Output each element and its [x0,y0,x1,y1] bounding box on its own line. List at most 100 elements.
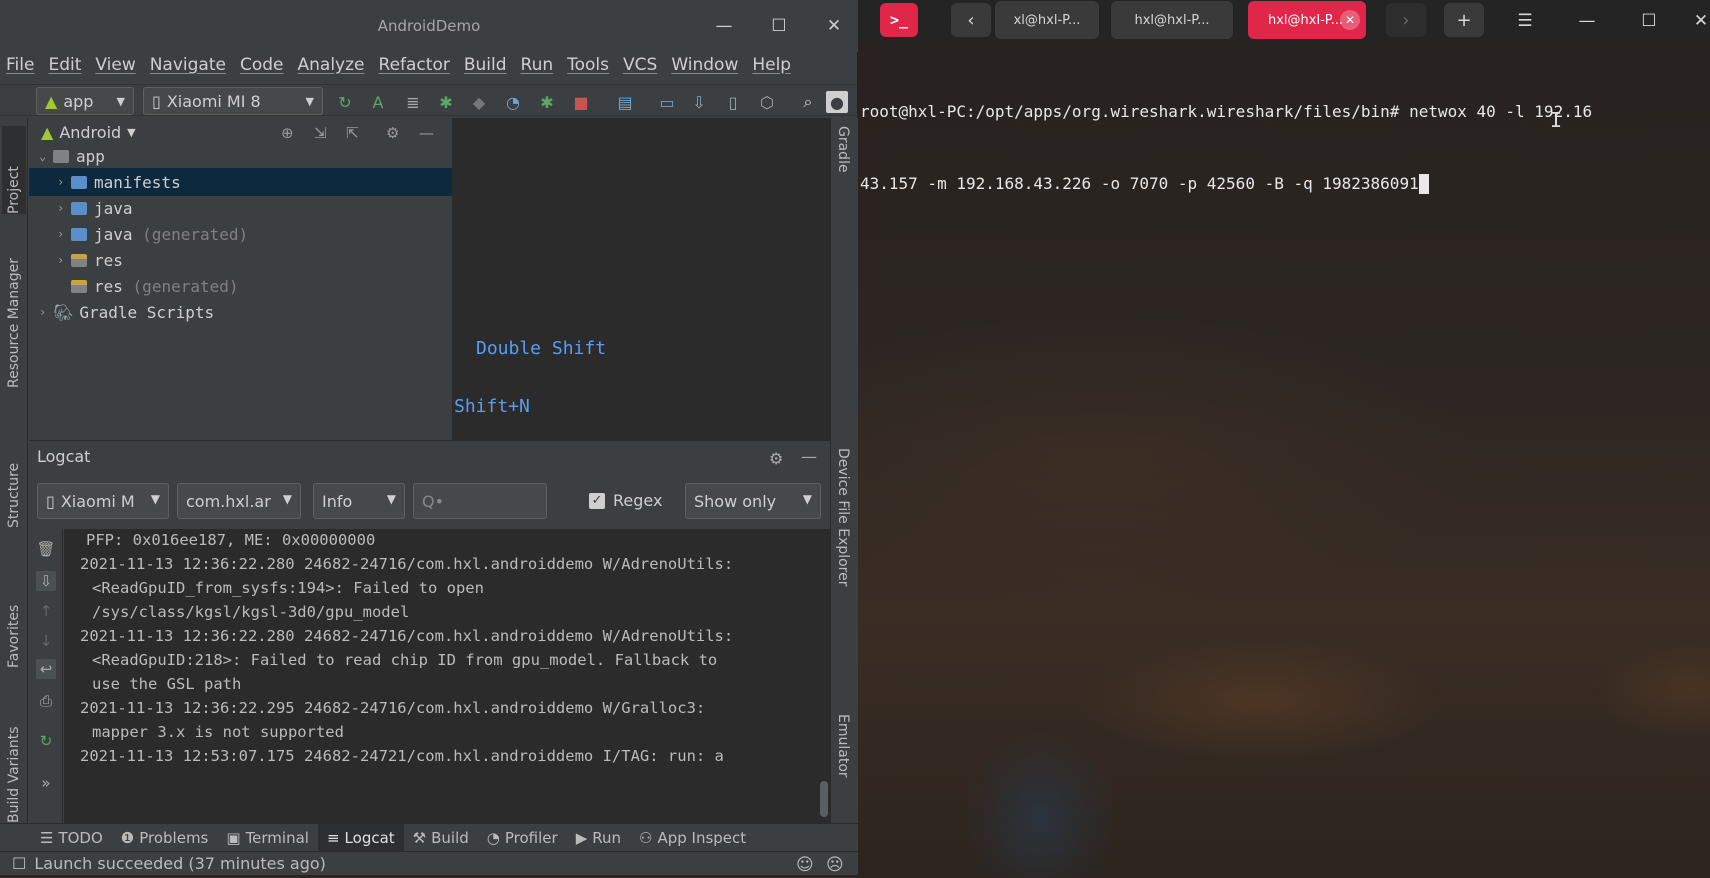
hide-panel-icon[interactable]: — [419,124,434,142]
menu-view[interactable]: View [95,55,135,75]
show-mode-select[interactable]: Show only ▼ [685,483,821,519]
device-select[interactable]: ▯ Xiaomi MI 8 ▼ [143,87,323,115]
inspect-icon: ⚇ [639,828,653,847]
tab-gradle[interactable]: Gradle [835,126,851,173]
tab-terminal[interactable]: ▣ Terminal [217,824,318,851]
new-tab-button[interactable]: + [1444,3,1484,37]
expand-all-icon[interactable]: ⇲ [314,124,327,142]
arrow-down-icon[interactable]: ↓ [36,631,56,651]
chevron-down-icon: ⌄ [39,149,47,163]
menu-file[interactable]: File [6,55,34,75]
minimize-icon[interactable]: — [1572,6,1602,36]
tree-item-res[interactable]: › res [29,246,452,274]
more-icon[interactable]: » [36,773,56,793]
sdk-manager-icon[interactable]: ⇩ [688,91,710,113]
tab-app-inspection[interactable]: ⚇ App Inspect [630,824,755,851]
regex-checkbox[interactable]: ✓ Regex [589,491,662,510]
menu-analyze[interactable]: Analyze [298,55,365,75]
stop-icon[interactable]: ■ [570,91,592,113]
tab-profiler[interactable]: ◔ Profiler [478,824,567,851]
menu-run[interactable]: Run [521,55,554,75]
menu-refactor[interactable]: Refactor [379,55,450,75]
menu-window[interactable]: Window [671,55,738,75]
apply-code-changes-icon[interactable]: A [367,91,389,113]
close-tab-icon[interactable]: ✕ [1340,10,1360,30]
scrollbar-thumb[interactable] [820,781,828,817]
menu-code[interactable]: Code [240,55,284,75]
tab-todo[interactable]: ☰ TODO [0,824,112,851]
tab-build-variants[interactable]: Build Variants [2,713,26,823]
print-icon[interactable]: ⎙ [36,691,56,711]
tree-item-res-generated[interactable]: res (generated) [29,272,452,300]
make-project-icon[interactable]: ≣ [402,91,424,113]
gear-icon[interactable]: ⚙ [769,449,783,468]
log-level-select[interactable]: Info ▼ [313,483,405,519]
tree-item-manifests[interactable]: › manifests [29,168,452,196]
tree-item-java-generated[interactable]: › java (generated) [29,220,452,248]
maximize-icon[interactable]: ☐ [765,12,793,40]
scroll-to-end-icon[interactable]: ⇩ [36,571,56,591]
menu-navigate[interactable]: Navigate [150,55,226,75]
editor-empty-area[interactable]: Double Shift Shift+N [452,118,830,440]
terminal-tab-2[interactable]: hxl@hxl-P... [1111,1,1233,39]
package-filter-select[interactable]: com.hxl.ar ▼ [177,483,301,519]
hide-panel-icon[interactable]: — [801,447,817,466]
menu-help[interactable]: Help [752,55,791,75]
gear-icon[interactable]: ⚙ [386,124,399,142]
device-filter-select[interactable]: ▯ Xiaomi M ▼ [37,483,169,519]
trash-icon[interactable]: 🗑︎ [36,539,56,559]
tab-device-file-explorer[interactable]: Device File Explorer [835,448,851,587]
smile-feedback-icon[interactable]: ☺ [796,855,814,875]
minimize-icon[interactable]: — [710,12,738,40]
tree-item-java[interactable]: › java [29,194,452,222]
tab-resource-manager[interactable]: Resource Manager [2,238,26,388]
attach-process-icon[interactable]: ✱ [536,91,558,113]
gauge-icon: ◔ [486,828,500,847]
search-icon[interactable]: ⌕ [797,91,819,113]
menu-build[interactable]: Build [464,55,507,75]
tab-scroll-left-button[interactable]: ‹ [951,3,991,37]
terminal-tab-1[interactable]: xl@hxl-P... [995,1,1099,39]
run-config-select[interactable]: ▲ app ▼ [36,87,134,115]
menu-icon[interactable]: ☰ [1510,6,1540,36]
layout-inspector-icon[interactable]: ⬡ [756,91,778,113]
terminal-output[interactable]: root@hxl-PC:/opt/apps/org.wireshark.wire… [860,52,1710,244]
avd-manager-icon[interactable]: ▭ [656,91,678,113]
logcat-output[interactable]: PFP: 0x016ee187, ME: 0x00000000 2021-11-… [64,529,830,824]
tab-project[interactable]: Project [2,126,26,214]
tab-structure[interactable]: Structure [2,428,26,528]
tree-item-gradle-scripts[interactable]: › 🐘︎ Gradle Scripts [29,298,452,326]
terminal-app-icon[interactable]: >_ [880,3,918,37]
menu-tools[interactable]: Tools [567,55,609,75]
device-manager-icon[interactable]: ▯ [722,91,744,113]
tab-build[interactable]: ⚒ Build [404,824,478,851]
menu-vcs[interactable]: VCS [623,55,657,75]
maximize-icon[interactable]: ☐ [1634,6,1664,36]
tab-run[interactable]: ▶ Run [567,824,630,851]
tab-emulator[interactable]: Emulator [835,714,851,778]
sync-project-icon[interactable]: ▤ [614,91,636,113]
terminal-tab-3[interactable]: hxl@hxl-P... ✕ [1248,1,1366,39]
debug-icon[interactable]: ✱ [435,91,457,113]
apply-changes-icon[interactable]: ↻ [334,91,356,113]
account-icon[interactable]: ● [826,91,848,113]
log-search-input[interactable]: Q• [413,483,547,519]
tab-scroll-right-button[interactable]: › [1386,3,1426,37]
profile-icon[interactable]: ◔ [502,91,524,113]
collapse-all-icon[interactable]: ⇱ [346,124,359,142]
tab-favorites[interactable]: Favorites [2,568,26,668]
folder-icon [71,201,87,215]
menu-edit[interactable]: Edit [48,55,81,75]
log-line: <ReadGpuID:218>: Failed to read chip ID … [92,651,718,669]
close-icon[interactable]: ✕ [1686,6,1710,36]
arrow-up-icon[interactable]: ↑ [36,601,56,621]
soft-wrap-icon[interactable]: ↩ [36,659,56,679]
tree-item-app[interactable]: ⌄ app [29,142,452,170]
tab-problems[interactable]: ❶ Problems [112,824,218,851]
restart-icon[interactable]: ↻ [36,731,56,751]
tab-logcat[interactable]: ≡ Logcat [317,824,404,851]
close-icon[interactable]: ✕ [820,12,848,40]
frown-feedback-icon[interactable]: ☹ [826,855,844,875]
locate-icon[interactable]: ⊕ [281,124,294,142]
attach-debugger-icon[interactable]: ◆ [468,91,490,113]
